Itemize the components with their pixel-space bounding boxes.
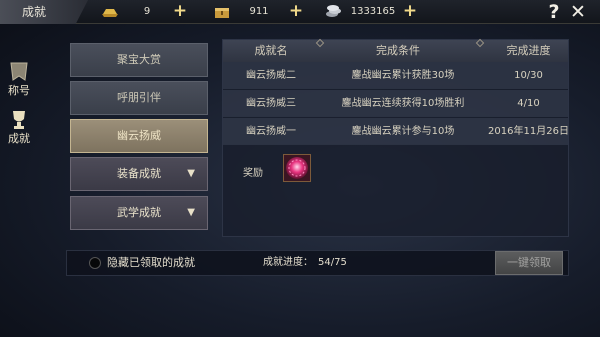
achievement-progress-label: 成就进度： [263, 257, 313, 268]
row-name: 幽云扬威一 [246, 126, 296, 137]
row-condition: 鏖战幽云累计获胜30场 [351, 70, 455, 81]
side-tab-title[interactable]: 称号 [4, 60, 34, 108]
sort-diamond-icon [475, 38, 485, 48]
table-header: 成就名 完成条件 完成进度 [223, 38, 568, 62]
reward-label: 奖励 [243, 168, 263, 179]
menu-group-equipment[interactable]: 装备成就 ▼ [70, 157, 208, 191]
table-row[interactable]: 幽云扬威三 鏖战幽云连续获得10场胜利 4/10 [223, 90, 568, 117]
add-gold-ingot-button[interactable]: + [172, 3, 188, 21]
resource-chest: 911 + [212, 3, 308, 21]
menu-item-youyun[interactable]: 幽云扬威 [70, 119, 208, 153]
menu-item-treasure[interactable]: 聚宝大赏 [70, 43, 208, 77]
trophy-icon [13, 111, 25, 129]
row-condition: 鏖战幽云累计参与10场 [351, 126, 455, 137]
resource-gold-ingot: 9 + [100, 3, 196, 21]
table-row[interactable]: 幽云扬威二 鏖战幽云累计获胜30场 10/30 [223, 62, 568, 89]
gold-ingot-icon [102, 9, 118, 17]
achievement-panel: 成就名 完成条件 完成进度 幽云扬威二 鏖战幽云累计获胜30场 10/30 幽云… [222, 38, 569, 237]
window-title: 成就 [0, 0, 88, 24]
menu-group-martial[interactable]: 武学成就 ▼ [70, 196, 208, 230]
treasure-chest-icon [215, 8, 229, 18]
chevron-down-icon: ▼ [187, 207, 195, 218]
hide-claimed-toggle[interactable] [89, 257, 101, 269]
row-condition: 鏖战幽云连续获得10场胜利 [341, 98, 465, 109]
add-silver-button[interactable]: + [402, 3, 418, 21]
side-tab-title-label: 称号 [8, 84, 30, 97]
table-row[interactable]: 幽云扬威一 鏖战幽云累计参与10场 2016年11月26日 [223, 118, 569, 145]
menu-item-friends[interactable]: 呼朋引伴 [70, 81, 208, 115]
chest-value: 911 [249, 6, 269, 17]
bottom-bar: 隐藏已领取的成就 成就进度： 54/75 一键领取 [66, 250, 569, 276]
side-tab-achievement-label: 成就 [8, 132, 30, 145]
menu-group-martial-label: 武学成就 [117, 206, 161, 219]
row-progress: 10/30 [514, 70, 543, 81]
pink-gem-orb-icon [286, 157, 308, 179]
silver-coins-icon [326, 5, 341, 17]
header-condition: 完成条件 [376, 44, 420, 57]
menu-group-equipment-label: 装备成就 [117, 167, 161, 180]
achievement-progress-value: 54/75 [318, 257, 347, 268]
chevron-down-icon: ▼ [187, 168, 195, 179]
reward-item-slot[interactable] [283, 154, 311, 182]
row-name: 幽云扬威二 [246, 70, 296, 81]
header-progress: 完成进度 [506, 44, 551, 57]
silver-value: 1333165 [350, 6, 396, 17]
side-tab-achievement[interactable]: 成就 [4, 108, 34, 156]
hide-claimed-label: 隐藏已领取的成就 [107, 256, 195, 269]
title-banner-icon [10, 62, 28, 81]
gold-ingot-value: 9 [143, 6, 151, 17]
claim-all-button[interactable]: 一键领取 [495, 251, 563, 275]
add-chest-button[interactable]: + [288, 3, 304, 21]
row-progress: 2016年11月26日 [488, 126, 569, 137]
top-bar: 成就 9 + 911 + 1333165 + ? ✕ [0, 0, 600, 24]
help-button[interactable]: ? [544, 2, 564, 22]
row-progress: 4/10 [517, 98, 540, 109]
header-name: 成就名 [254, 44, 288, 57]
row-name: 幽云扬威三 [246, 98, 296, 109]
resource-silver: 1333165 + [324, 3, 424, 21]
close-button[interactable]: ✕ [568, 2, 588, 22]
